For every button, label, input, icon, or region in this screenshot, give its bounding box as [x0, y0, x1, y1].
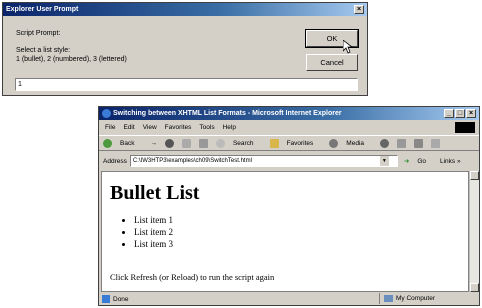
favorites-icon — [269, 138, 279, 148]
search-button[interactable]: Search — [215, 138, 262, 148]
menu-help[interactable]: Help — [223, 124, 236, 131]
favorites-button[interactable]: Favorites — [269, 138, 322, 148]
links-button[interactable]: Links » — [440, 158, 461, 165]
mail-icon[interactable] — [397, 138, 407, 148]
refresh-icon[interactable] — [181, 138, 191, 148]
stop-icon[interactable] — [164, 138, 174, 148]
page-content: Bullet List List item 1 List item 2 List… — [101, 171, 469, 292]
cancel-button[interactable]: Cancel — [306, 54, 358, 71]
menu-edit[interactable]: Edit — [123, 124, 134, 131]
home-icon[interactable] — [198, 138, 208, 148]
list-item: List item 3 — [134, 238, 173, 250]
prompt-title: Explorer User Prompt — [6, 6, 79, 13]
prompt-dialog: Explorer User Prompt × Script Prompt: Se… — [2, 2, 368, 96]
back-icon — [103, 138, 112, 148]
history-icon[interactable] — [380, 138, 390, 148]
browser-title-bar: Switching between XHTML List Formats - M… — [99, 107, 479, 120]
page-footer-text: Click Refresh (or Reload) to run the scr… — [110, 272, 275, 282]
close-button[interactable]: × — [466, 109, 476, 118]
windows-logo — [455, 122, 475, 133]
go-button[interactable]: ➜ Go — [404, 157, 434, 165]
address-input[interactable]: C:\IW3HTP3\examples\ch09\SwitchTest.html… — [129, 155, 398, 167]
prompt-input-value: 1 — [18, 81, 22, 88]
status-bar: Done My Computer — [99, 293, 479, 305]
prompt-close-button[interactable]: × — [354, 5, 364, 14]
prompt-title-bar: Explorer User Prompt × — [3, 3, 367, 16]
media-button[interactable]: Media — [329, 138, 372, 148]
minimize-button[interactable]: _ — [444, 109, 454, 118]
prompt-message-line2: 1 (bullet), 2 (numbered), 3 (lettered) — [16, 56, 127, 63]
menu-file[interactable]: File — [105, 124, 115, 131]
vertical-scrollbar[interactable] — [469, 171, 479, 292]
toolbar: Back → Search Favorites Media — [99, 135, 479, 151]
script-prompt-label: Script Prompt: — [16, 30, 61, 37]
close-icon: × — [468, 110, 474, 117]
prompt-input[interactable]: 1 — [15, 78, 358, 91]
list-item: List item 1 — [134, 214, 173, 226]
back-button[interactable]: Back — [103, 138, 142, 148]
print-icon[interactable] — [414, 138, 424, 148]
screen: { "prompt_dialog": { "title": "Explorer … — [0, 0, 482, 308]
browser-window: Switching between XHTML List Formats - M… — [98, 106, 480, 306]
scroll-up-button[interactable] — [470, 171, 479, 180]
scroll-down-button[interactable] — [470, 283, 479, 292]
status-zone: My Computer — [379, 293, 443, 304]
forward-button[interactable]: → — [150, 140, 157, 147]
go-arrow-icon: ➜ — [403, 158, 410, 165]
address-label: Address — [103, 157, 127, 165]
search-icon — [215, 138, 225, 148]
page-heading: Bullet List — [110, 182, 200, 204]
maximize-icon: □ — [457, 110, 463, 117]
prompt-message-line1: Select a list style: — [16, 47, 71, 54]
menu-bar: File Edit View Favorites Tools Help — [99, 121, 479, 133]
computer-icon — [384, 294, 393, 302]
close-icon: × — [356, 6, 362, 13]
ie-icon — [102, 109, 111, 118]
done-icon — [102, 295, 110, 303]
edit-icon[interactable] — [431, 138, 441, 148]
ok-label: OK — [326, 34, 338, 43]
bullet-list: List item 1 List item 2 List item 3 — [108, 214, 173, 250]
address-bar: Address C:\IW3HTP3\examples\ch09\SwitchT… — [99, 153, 479, 169]
cancel-label: Cancel — [320, 58, 344, 67]
browser-title: Switching between XHTML List Formats - M… — [113, 110, 342, 117]
list-item: List item 2 — [134, 226, 173, 238]
menu-tools[interactable]: Tools — [199, 124, 214, 131]
mouse-cursor-icon — [343, 40, 353, 54]
media-icon — [329, 138, 339, 148]
address-value: C:\IW3HTP3\examples\ch09\SwitchTest.html — [132, 158, 252, 164]
address-dropdown-icon[interactable]: ▼ — [379, 156, 389, 166]
menu-favorites[interactable]: Favorites — [165, 124, 192, 131]
menu-view[interactable]: View — [143, 124, 157, 131]
maximize-button[interactable]: □ — [455, 109, 465, 118]
minimize-icon: _ — [447, 110, 451, 117]
status-text: Done — [113, 295, 129, 303]
